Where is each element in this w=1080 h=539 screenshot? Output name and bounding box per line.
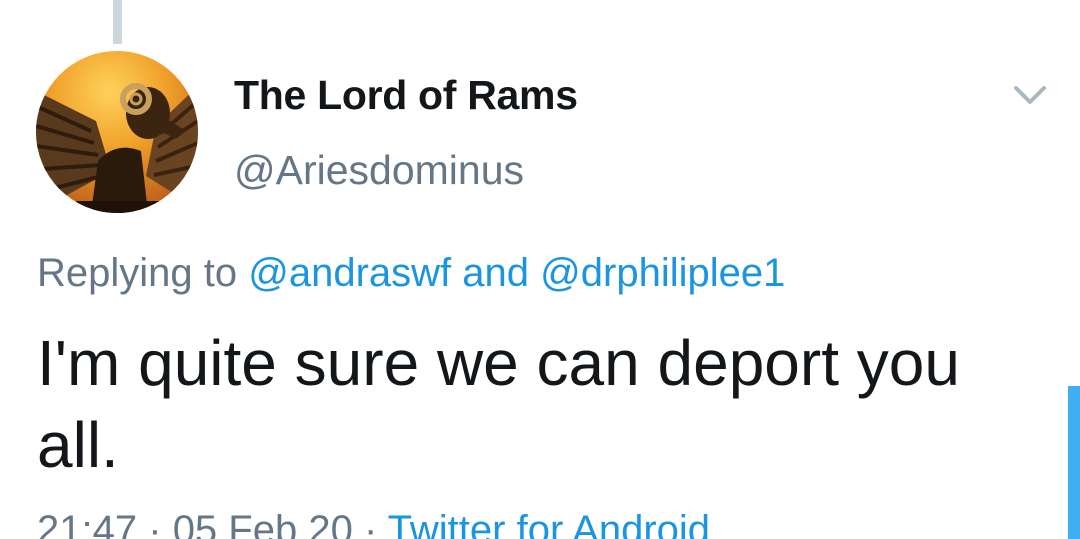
avatar[interactable] <box>36 51 198 213</box>
author-handle[interactable]: @Ariesdominus <box>234 147 524 194</box>
scrollbar-thumb[interactable] <box>1068 386 1080 539</box>
mention-andraswf[interactable]: @andraswf <box>248 251 451 295</box>
author-display-name[interactable]: The Lord of Rams <box>234 72 578 119</box>
ram-avatar-image <box>36 51 198 213</box>
tweet-source-link[interactable]: Twitter for Android <box>388 508 710 539</box>
replying-to-label: Replying to <box>37 251 238 295</box>
tweet-menu-button[interactable] <box>1012 82 1048 108</box>
replying-to: Replying to @andraswf and @drphiliplee1 <box>37 251 785 296</box>
tweet-meta: 21:47 · 05 Feb 20 · Twitter for Android <box>37 508 710 539</box>
meta-separator: · <box>363 508 378 539</box>
replying-to-conjunction: and <box>462 251 530 295</box>
tweet-date: 05 Feb 20 <box>172 508 353 539</box>
meta-separator: · <box>148 508 162 539</box>
thread-connector-line <box>113 0 122 44</box>
tweet-text: I'm quite sure we can deport you all. <box>37 327 960 481</box>
mention-drphiliplee1[interactable]: @drphiliplee1 <box>540 251 785 295</box>
chevron-down-icon <box>1014 86 1046 104</box>
tweet-time: 21:47 <box>37 508 138 539</box>
